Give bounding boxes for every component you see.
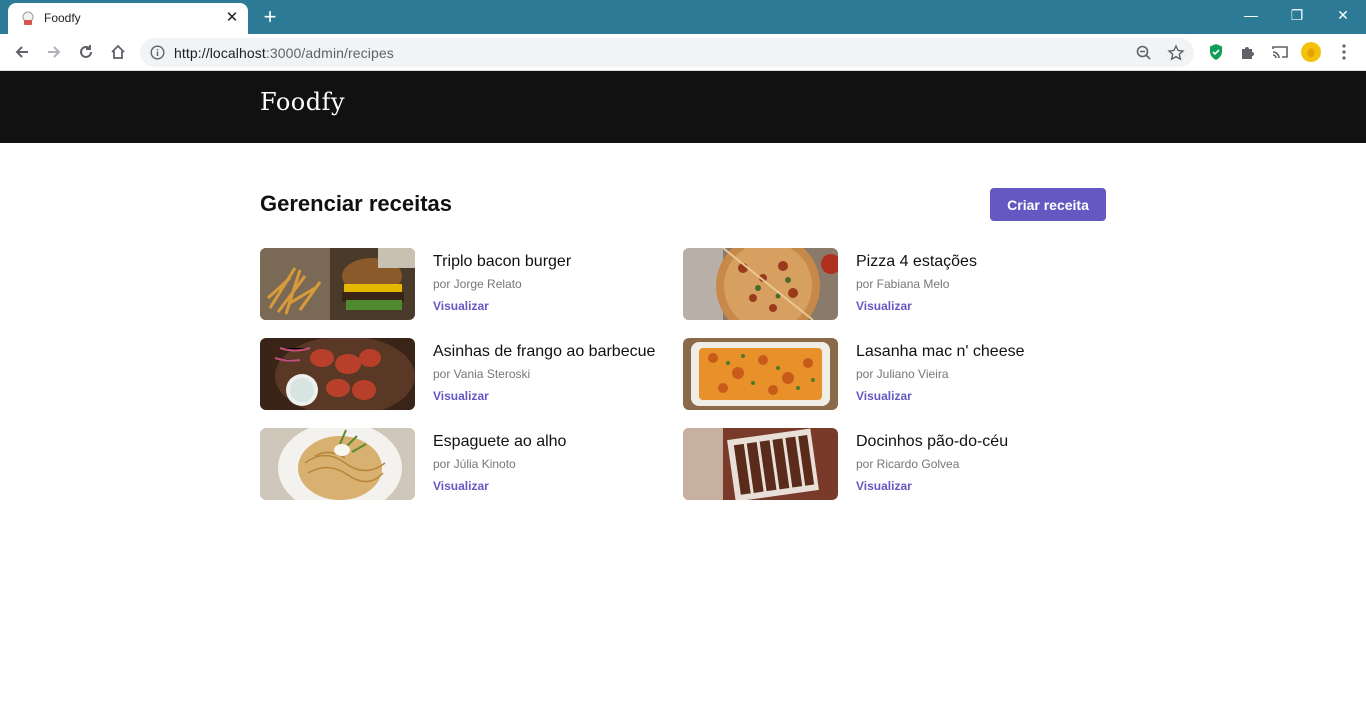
shield-extension-icon[interactable] bbox=[1206, 42, 1226, 62]
view-recipe-link[interactable]: Visualizar bbox=[433, 299, 489, 313]
recipe-author: por Jorge Relato bbox=[433, 277, 522, 291]
site-header: Foodfy bbox=[0, 71, 1366, 143]
url-path: :3000/admin/recipes bbox=[265, 45, 394, 61]
url-host: http://localhost bbox=[174, 45, 266, 61]
recipe-image-burger bbox=[260, 248, 415, 320]
back-icon[interactable] bbox=[10, 40, 34, 64]
chef-hat-favicon-icon bbox=[22, 11, 34, 25]
recipe-image-pizza bbox=[683, 248, 838, 320]
close-icon[interactable]: ✕ bbox=[1320, 0, 1366, 30]
view-recipe-link[interactable]: Visualizar bbox=[856, 479, 912, 493]
recipe-image-lasagna bbox=[683, 338, 838, 410]
view-recipe-link[interactable]: Visualizar bbox=[856, 389, 912, 403]
recipe-card: Lasanha mac n' cheese por Juliano Vieira… bbox=[683, 338, 1093, 410]
bookmark-star-icon[interactable] bbox=[1167, 44, 1185, 62]
recipe-author: por Júlia Kinoto bbox=[433, 457, 516, 471]
recipe-title: Espaguete ao alho bbox=[433, 433, 567, 450]
page-title: Gerenciar receitas bbox=[260, 191, 453, 216]
recipe-card: Docinhos pão-do-céu por Ricardo Golvea V… bbox=[683, 428, 1093, 500]
browser-menu-icon[interactable] bbox=[1334, 42, 1354, 62]
browser-tab[interactable]: Foodfy ✕ bbox=[8, 3, 248, 34]
view-recipe-link[interactable]: Visualizar bbox=[433, 389, 489, 403]
reload-icon[interactable] bbox=[74, 40, 98, 64]
recipe-card: Espaguete ao alho por Júlia Kinoto Visua… bbox=[260, 428, 670, 500]
site-logo[interactable]: Foodfy bbox=[260, 88, 345, 116]
recipe-title: Lasanha mac n' cheese bbox=[856, 343, 1025, 360]
new-tab-icon[interactable]: + bbox=[258, 5, 282, 29]
cast-icon[interactable] bbox=[1270, 42, 1290, 62]
recipe-card: Pizza 4 estações por Fabiana Melo Visual… bbox=[683, 248, 1093, 320]
minimize-icon[interactable]: — bbox=[1228, 0, 1274, 30]
recipe-author: por Juliano Vieira bbox=[856, 367, 949, 381]
site-info-icon[interactable] bbox=[150, 45, 165, 60]
zoom-icon[interactable] bbox=[1135, 44, 1153, 62]
forward-icon[interactable] bbox=[42, 40, 66, 64]
create-recipe-button[interactable]: Criar receita bbox=[990, 188, 1106, 221]
view-recipe-link[interactable]: Visualizar bbox=[433, 479, 489, 493]
address-bar[interactable]: http://localhost:3000/admin/recipes bbox=[140, 38, 1194, 67]
recipe-author: por Fabiana Melo bbox=[856, 277, 950, 291]
view-recipe-link[interactable]: Visualizar bbox=[856, 299, 912, 313]
recipe-card: Asinhas de frango ao barbecue por Vania … bbox=[260, 338, 670, 410]
restore-icon[interactable]: ❐ bbox=[1274, 0, 1320, 30]
browser-toolbar: http://localhost:3000/admin/recipes bbox=[0, 34, 1366, 71]
recipe-title: Docinhos pão-do-céu bbox=[856, 433, 1009, 450]
tab-close-icon[interactable]: ✕ bbox=[224, 10, 240, 26]
recipe-image-spaghetti bbox=[260, 428, 415, 500]
profile-avatar-icon[interactable] bbox=[1301, 42, 1321, 62]
url-text: http://localhost:3000/admin/recipes bbox=[174, 45, 394, 61]
extensions-puzzle-icon[interactable] bbox=[1238, 42, 1258, 62]
recipe-author: por Ricardo Golvea bbox=[856, 457, 960, 471]
home-icon[interactable] bbox=[106, 40, 130, 64]
recipe-image-chocolates bbox=[683, 428, 838, 500]
recipe-title: Triplo bacon burger bbox=[433, 253, 572, 270]
browser-tab-strip: Foodfy ✕ + — ❐ ✕ bbox=[0, 0, 1366, 34]
recipe-title: Pizza 4 estações bbox=[856, 253, 977, 270]
recipe-author: por Vania Steroski bbox=[433, 367, 531, 381]
recipe-title: Asinhas de frango ao barbecue bbox=[433, 343, 656, 360]
recipe-image-chicken-wings bbox=[260, 338, 415, 410]
recipe-card: Triplo bacon burger por Jorge Relato Vis… bbox=[260, 248, 670, 320]
tab-title: Foodfy bbox=[44, 11, 81, 25]
